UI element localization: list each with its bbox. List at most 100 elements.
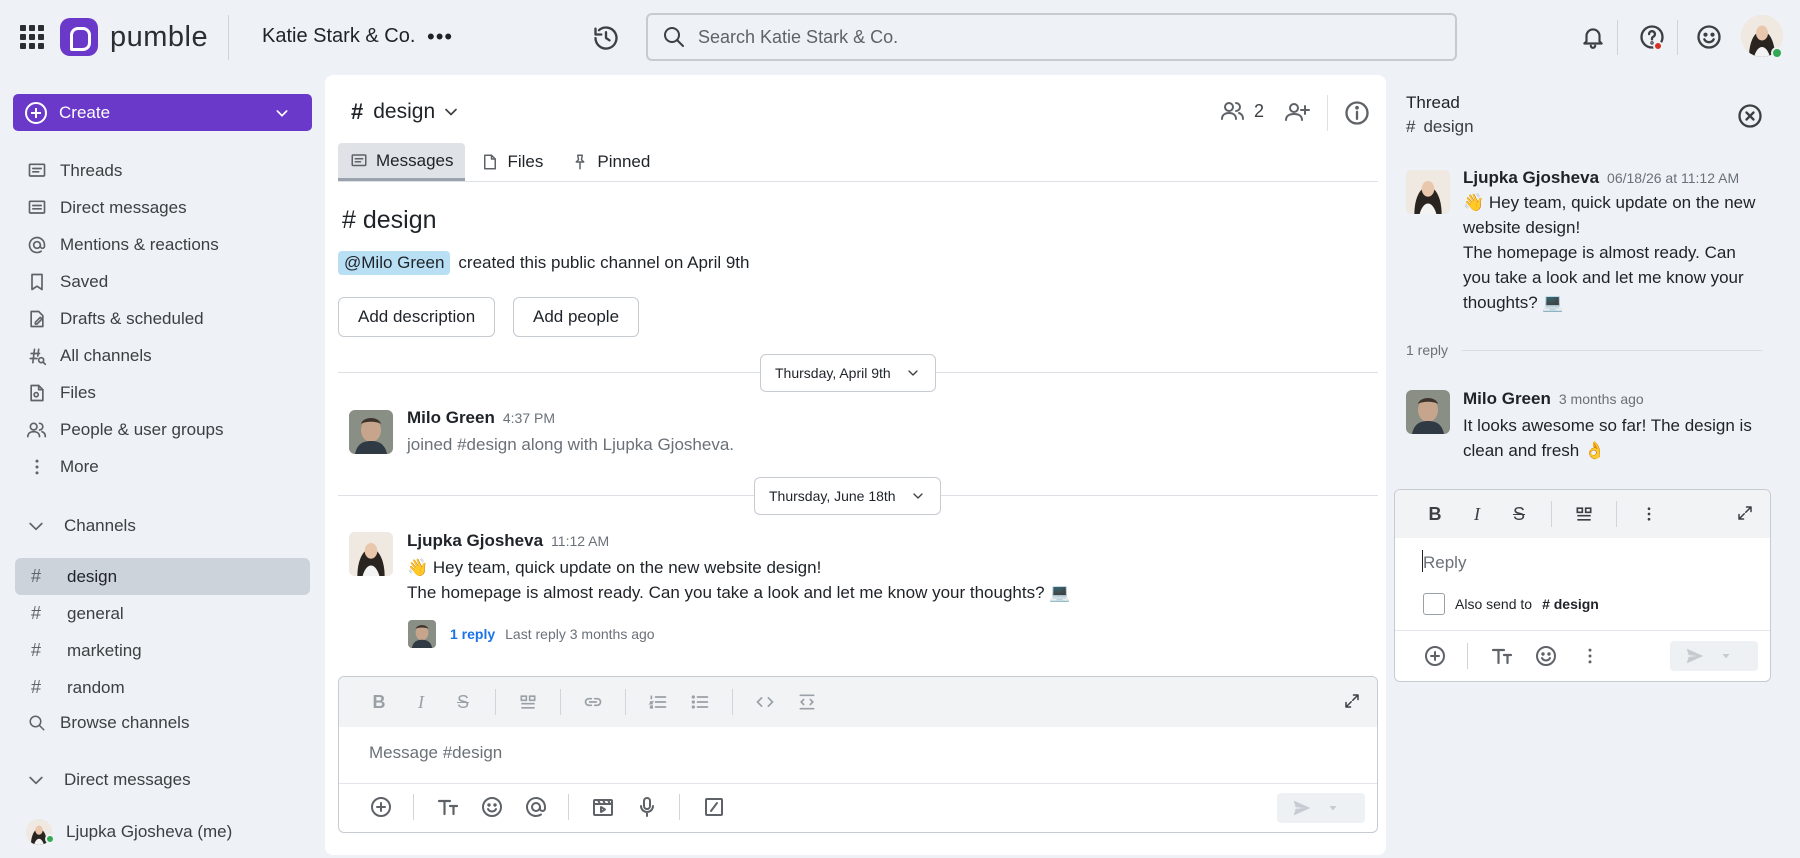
also-send-checkbox[interactable] <box>1423 593 1445 615</box>
avatar[interactable] <box>349 532 393 576</box>
more-vertical-icon[interactable] <box>1578 644 1602 668</box>
text-format-icon[interactable] <box>436 795 460 819</box>
sidebar-item-label: All channels <box>60 346 152 365</box>
message-header: Ljupka Gjosheva 06/18/26 at 11:12 AM <box>1463 168 1739 188</box>
tab-messages[interactable]: Messages <box>338 143 466 181</box>
sidebar-channel-general[interactable]: # general <box>15 595 310 632</box>
reply-input[interactable] <box>1423 553 1743 573</box>
user-mention[interactable]: @Milo Green <box>338 251 451 275</box>
plus-circle-icon[interactable] <box>369 795 393 819</box>
quote-icon[interactable] <box>1574 504 1594 524</box>
threads-icon <box>26 160 48 182</box>
reply-count-link[interactable]: 1 reply <box>450 626 495 642</box>
dm-section-toggle[interactable]: Direct messages <box>26 764 191 796</box>
italic-icon[interactable]: I <box>411 692 431 712</box>
sidebar-item-saved[interactable]: Saved <box>26 266 316 298</box>
online-status-dot <box>45 834 55 844</box>
slash-command-icon[interactable] <box>702 795 726 819</box>
chevron-down-icon[interactable] <box>1720 650 1732 662</box>
sidebar-item-direct-messages[interactable]: Direct messages <box>26 192 316 224</box>
bold-icon[interactable]: B <box>369 692 389 712</box>
divider <box>339 783 1377 784</box>
send-icon[interactable] <box>1291 797 1313 819</box>
search-input[interactable] <box>698 26 1398 48</box>
bullet-list-icon[interactable] <box>690 692 710 712</box>
message-author[interactable]: Ljupka Gjosheva <box>407 531 543 551</box>
tab-pinned[interactable]: Pinned <box>559 143 662 181</box>
bold-icon[interactable]: B <box>1425 504 1445 524</box>
code-icon[interactable] <box>755 692 775 712</box>
emoji-icon[interactable] <box>480 795 504 819</box>
thread-channel[interactable]: # design <box>1406 117 1474 137</box>
divider <box>732 689 733 715</box>
composer-actions <box>369 791 746 823</box>
apps-grid-icon[interactable] <box>20 25 44 49</box>
divider <box>495 689 496 715</box>
browse-channels-item[interactable]: Browse channels <box>26 707 316 739</box>
add-member-icon[interactable] <box>1283 99 1311 125</box>
sidebar-item-all-channels[interactable]: All channels <box>26 340 316 372</box>
search-bar[interactable] <box>646 13 1457 61</box>
add-description-button[interactable]: Add description <box>338 297 496 337</box>
history-icon[interactable] <box>592 24 620 52</box>
strikethrough-icon[interactable]: S <box>1509 504 1529 524</box>
avatar[interactable] <box>1406 170 1450 214</box>
sidebar-item-people[interactable]: People & user groups <box>26 414 316 446</box>
create-button[interactable]: Create <box>13 94 312 131</box>
message-text: joined #design along with Ljupka Gjoshev… <box>407 435 735 454</box>
avatar[interactable] <box>1406 390 1450 434</box>
tab-files[interactable]: Files <box>469 143 555 181</box>
video-clip-icon[interactable] <box>591 795 615 819</box>
message-author[interactable]: Ljupka Gjosheva <box>1463 168 1599 188</box>
chevron-down-icon[interactable] <box>1327 802 1339 814</box>
expand-icon[interactable] <box>1343 692 1361 710</box>
strikethrough-icon[interactable]: S <box>453 692 473 712</box>
close-icon[interactable] <box>1736 102 1764 130</box>
channel-title-dropdown[interactable]: # design <box>351 99 461 125</box>
sidebar-item-files[interactable]: Files <box>26 377 316 409</box>
dm-item-self[interactable]: Ljupka Gjosheva (me) <box>26 819 232 845</box>
sidebar-channel-random[interactable]: # random <box>15 669 310 706</box>
date-chip[interactable]: Thursday, April 9th <box>760 354 936 392</box>
workspace-more-icon[interactable]: ••• <box>427 26 453 48</box>
send-icon[interactable] <box>1684 645 1706 667</box>
dm-heading: Direct messages <box>64 770 191 789</box>
workspace-name[interactable]: Katie Stark & Co. <box>262 25 415 48</box>
sidebar-item-more[interactable]: More <box>26 451 316 483</box>
quote-icon[interactable] <box>518 692 538 712</box>
italic-icon[interactable]: I <box>1467 504 1487 524</box>
thread-panel: Thread # design Ljupka Gjosheva 06/18/26… <box>1388 75 1792 850</box>
mention-icon[interactable] <box>524 795 548 819</box>
thread-summary[interactable]: 1 reply Last reply 3 months ago <box>408 620 655 648</box>
channels-section-toggle[interactable]: Channels <box>26 510 136 542</box>
more-vertical-icon[interactable] <box>1639 504 1659 524</box>
sidebar-item-threads[interactable]: Threads <box>26 155 316 187</box>
sidebar: Create Threads Direct messages Mentions … <box>0 75 325 858</box>
code-block-icon[interactable] <box>797 692 817 712</box>
chevron-down-icon <box>905 365 921 381</box>
link-icon[interactable] <box>583 692 603 712</box>
ordered-list-icon[interactable] <box>648 692 668 712</box>
composer-actions <box>1423 640 1622 672</box>
text-format-icon[interactable] <box>1490 644 1514 668</box>
emoji-icon[interactable] <box>1534 644 1558 668</box>
message-input[interactable] <box>369 743 1319 763</box>
members-button[interactable]: 2 <box>1220 99 1264 123</box>
info-icon[interactable] <box>1343 99 1371 127</box>
sidebar-item-mentions[interactable]: Mentions & reactions <box>26 229 316 261</box>
sidebar-item-drafts[interactable]: Drafts & scheduled <box>26 303 316 335</box>
message-text: The homepage is almost ready. Can you ta… <box>1463 243 1744 312</box>
microphone-icon[interactable] <box>635 795 659 819</box>
status-emoji-icon[interactable] <box>1695 23 1723 51</box>
sidebar-channel-design[interactable]: # design <box>15 558 310 595</box>
plus-circle-icon[interactable] <box>1423 644 1447 668</box>
message-author[interactable]: Milo Green <box>407 408 495 428</box>
sidebar-channel-marketing[interactable]: # marketing <box>15 632 310 669</box>
message-author[interactable]: Milo Green <box>1463 389 1551 409</box>
reply-count: 1 reply <box>1406 342 1449 358</box>
expand-icon[interactable] <box>1736 504 1754 522</box>
bell-icon[interactable] <box>1580 24 1606 50</box>
date-chip[interactable]: Thursday, June 18th <box>754 477 941 515</box>
add-people-button[interactable]: Add people <box>513 297 640 337</box>
avatar[interactable] <box>349 410 393 454</box>
